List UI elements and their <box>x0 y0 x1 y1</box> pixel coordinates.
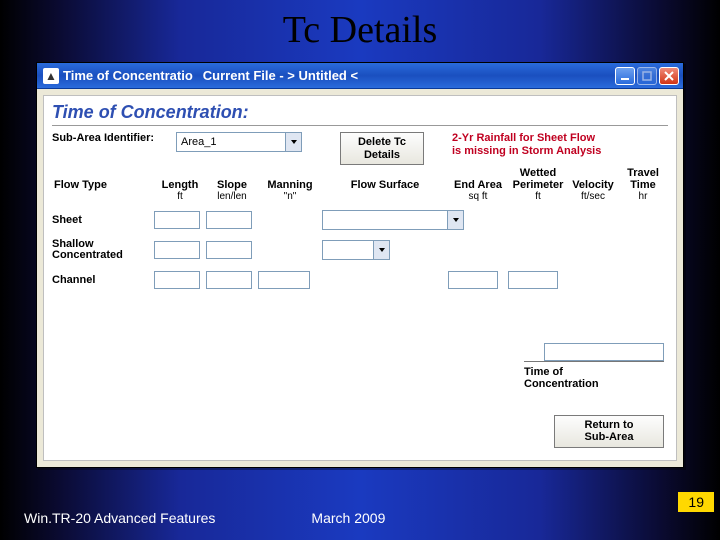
col-surface: Flow Surface <box>322 179 448 191</box>
channel-slope-input[interactable] <box>206 271 252 289</box>
footer-date: March 2009 <box>311 510 385 526</box>
titlebar: ▲ Time of Concentratio Current File - > … <box>37 63 683 89</box>
section-title: Time of Concentration: <box>52 102 668 126</box>
col-length: Length <box>154 179 206 191</box>
return-button[interactable]: Return to Sub-Area <box>554 415 664 448</box>
unit-manning: "n" <box>258 191 322 205</box>
col-wetted-perimeter: Wetted Perimeter <box>508 167 568 191</box>
unit-slope: len/len <box>206 191 258 205</box>
app-icon: ▲ <box>43 68 59 84</box>
tc-summary: Time of Concentration <box>524 343 664 390</box>
shallow-slope-input[interactable] <box>206 241 252 259</box>
channel-manning-input[interactable] <box>258 271 310 289</box>
sub-area-combo[interactable]: Area_1 <box>176 132 302 152</box>
sub-area-label: Sub-Area Identifier: <box>52 132 170 144</box>
channel-wetted-perimeter-input[interactable] <box>508 271 558 289</box>
unit-velocity: ft/sec <box>568 191 618 205</box>
channel-length-input[interactable] <box>154 271 200 289</box>
col-slope: Slope <box>206 179 258 191</box>
close-button[interactable] <box>659 67 679 85</box>
col-end-area: End Area <box>448 179 508 191</box>
channel-end-area-input[interactable] <box>448 271 498 289</box>
minimize-button[interactable] <box>615 67 635 85</box>
chevron-down-icon[interactable] <box>285 133 301 151</box>
app-window: ▲ Time of Concentratio Current File - > … <box>36 62 684 468</box>
footer-left: Win.TR-20 Advanced Features <box>24 510 215 526</box>
row-sheet: Sheet <box>52 209 668 231</box>
slide-footer: Win.TR-20 Advanced Features March 2009 <box>24 510 385 526</box>
slide-number: 19 <box>678 492 714 512</box>
unit-end-area: sq ft <box>448 191 508 205</box>
row-shallow-label: Shallow Concentrated <box>52 239 154 261</box>
sheet-slope-input[interactable] <box>206 211 252 229</box>
client-area: Time of Concentration: Sub-Area Identifi… <box>43 95 677 461</box>
col-manning: Manning <box>258 179 322 191</box>
unit-travel-time: hr <box>618 191 668 205</box>
delete-tc-button[interactable]: Delete Tc Details <box>340 132 424 165</box>
col-travel-time: Travel Time <box>618 167 668 191</box>
sheet-surface-combo[interactable] <box>322 210 464 230</box>
chevron-down-icon[interactable] <box>373 241 389 259</box>
col-flow-type: Flow Type <box>52 179 154 191</box>
maximize-button <box>637 67 657 85</box>
slide-title: Tc Details <box>0 0 720 58</box>
tc-label: Time of Concentration <box>524 366 664 390</box>
unit-wetted-perimeter: ft <box>508 191 568 205</box>
shallow-surface-combo[interactable] <box>322 240 390 260</box>
window-controls <box>615 67 681 85</box>
col-velocity: Velocity <box>568 179 618 191</box>
row-channel: Channel <box>52 269 668 291</box>
tc-grid: Flow Type Length Slope Manning Flow Surf… <box>52 167 668 291</box>
row-channel-label: Channel <box>52 275 154 286</box>
chevron-down-icon[interactable] <box>447 211 463 229</box>
row-shallow: Shallow Concentrated <box>52 235 668 265</box>
sub-area-value: Area_1 <box>177 136 285 148</box>
tc-value-display <box>544 343 664 361</box>
title-text-left: Time of Concentratio <box>63 68 193 83</box>
row-sheet-label: Sheet <box>52 215 154 226</box>
title-text-file: Current File - > Untitled < <box>193 68 615 83</box>
warning-text: 2-Yr Rainfall for Sheet Flow is missing … <box>452 132 601 158</box>
shallow-length-input[interactable] <box>154 241 200 259</box>
sheet-length-input[interactable] <box>154 211 200 229</box>
unit-length: ft <box>154 191 206 205</box>
